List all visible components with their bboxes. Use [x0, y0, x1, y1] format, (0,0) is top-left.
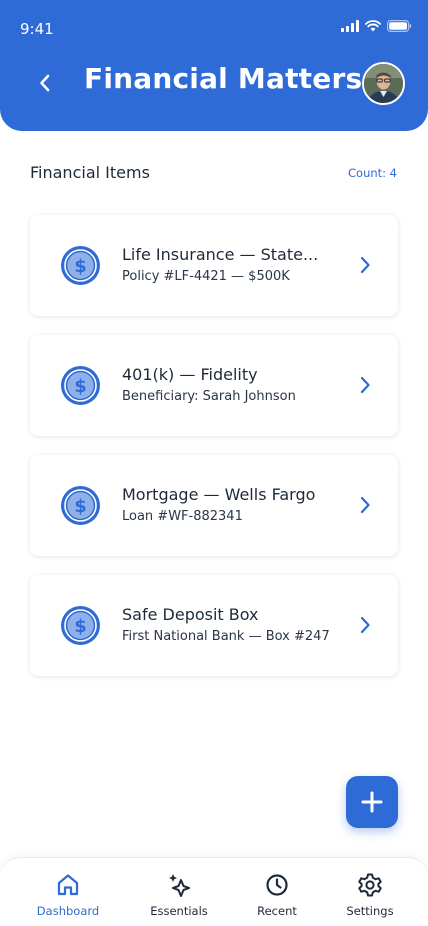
- home-icon: [57, 874, 79, 896]
- list-item[interactable]: $ Life Insurance — State... Policy #LF-4…: [30, 215, 398, 316]
- tab-dashboard[interactable]: Dashboard: [23, 872, 113, 918]
- page-title: Financial Matters: [84, 62, 363, 95]
- gear-icon: [358, 873, 382, 897]
- list-item[interactable]: $ Safe Deposit Box First National Bank —…: [30, 575, 398, 676]
- avatar[interactable]: [362, 62, 405, 105]
- item-detail: Beneficiary: Sarah Johnson: [122, 389, 296, 404]
- tab-essentials[interactable]: Essentials: [134, 872, 224, 918]
- svg-text:$: $: [74, 376, 87, 397]
- bottom-tab-bar: Dashboard Essentials Recent Settings: [0, 857, 428, 926]
- tab-settings[interactable]: Settings: [325, 872, 415, 918]
- add-item-button[interactable]: [346, 776, 398, 828]
- item-name: Mortgage — Wells Fargo: [122, 485, 316, 504]
- status-icons: [341, 20, 412, 32]
- item-count: Count: 4: [348, 166, 397, 180]
- back-button[interactable]: [30, 68, 60, 98]
- list-item[interactable]: $ Mortgage — Wells Fargo Loan #WF-882341: [30, 455, 398, 556]
- financial-items-list: $ Life Insurance — State... Policy #LF-4…: [30, 215, 398, 695]
- wifi-icon: [365, 20, 381, 32]
- dollar-coin-icon: $: [61, 246, 100, 285]
- svg-text:$: $: [74, 616, 87, 637]
- item-name: 401(k) — Fidelity: [122, 365, 258, 384]
- item-detail: First National Bank — Box #247: [122, 629, 330, 644]
- sparkle-icon: [169, 874, 190, 897]
- chevron-left-icon: [40, 74, 50, 92]
- tab-label: Dashboard: [36, 904, 100, 918]
- chevron-right-icon: [360, 256, 370, 274]
- dollar-coin-icon: $: [61, 486, 100, 525]
- item-name: Life Insurance — State...: [122, 245, 319, 264]
- chevron-right-icon: [360, 616, 370, 634]
- list-item[interactable]: $ 401(k) — Fidelity Beneficiary: Sarah J…: [30, 335, 398, 436]
- item-name: Safe Deposit Box: [122, 605, 259, 624]
- dollar-coin-icon: $: [61, 606, 100, 645]
- header-bar: 9:41 Financial Matters: [0, 0, 428, 131]
- item-detail: Policy #LF-4421 — $500K: [122, 269, 290, 284]
- item-detail: Loan #WF-882341: [122, 509, 243, 524]
- dollar-coin-icon: $: [61, 366, 100, 405]
- plus-icon: [361, 791, 383, 813]
- clock-icon: [266, 874, 288, 896]
- section-title: Financial Items: [30, 163, 150, 182]
- tab-label: Essentials: [150, 904, 208, 918]
- tab-label: Settings: [346, 904, 394, 918]
- svg-text:$: $: [74, 496, 87, 517]
- chevron-right-icon: [360, 496, 370, 514]
- tab-recent[interactable]: Recent: [232, 872, 322, 918]
- battery-icon: [387, 20, 412, 32]
- status-time: 9:41: [20, 20, 54, 38]
- svg-text:$: $: [74, 256, 87, 277]
- chevron-right-icon: [360, 376, 370, 394]
- tab-label: Recent: [257, 904, 297, 918]
- signal-icon: [341, 20, 359, 32]
- user-photo: [364, 64, 403, 103]
